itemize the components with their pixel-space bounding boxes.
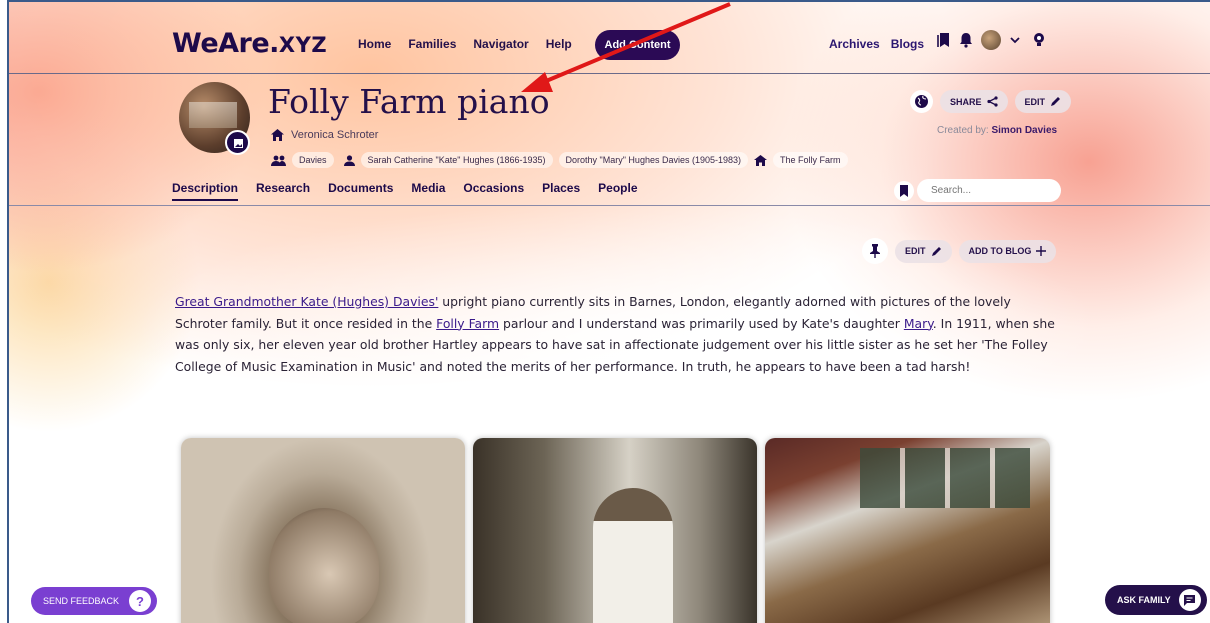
ask-family-button[interactable]: ASK FAMILY <box>1105 585 1207 615</box>
user-avatar[interactable] <box>981 30 1001 50</box>
image-gallery-icon <box>233 138 243 148</box>
visibility-button[interactable] <box>910 90 933 113</box>
logo-main: WeAre. <box>172 28 279 59</box>
tag-family[interactable]: Davies <box>292 152 334 168</box>
feedback-label: SEND FEEDBACK <box>43 596 120 606</box>
share-label: SHARE <box>950 96 982 107</box>
add-content-button[interactable]: Add Content <box>595 30 680 60</box>
creator-name[interactable]: Simon Davies <box>991 125 1057 136</box>
tag-place[interactable]: The Folly Farm <box>773 152 848 168</box>
owner-line: Veronica Schroter <box>271 129 378 141</box>
house-icon <box>754 154 768 166</box>
send-feedback-button[interactable]: SEND FEEDBACK ? <box>31 587 157 615</box>
home-icon <box>271 129 284 141</box>
header-actions: SHARE EDIT <box>910 90 1072 113</box>
pencil-icon <box>931 246 941 256</box>
description-part-2: parlour and I understand was primarily u… <box>499 315 904 331</box>
photo-boy-portrait[interactable] <box>181 438 465 623</box>
search-input[interactable] <box>917 179 1061 202</box>
created-by-prefix: Created by: <box>937 125 989 136</box>
family-group-icon <box>271 155 286 166</box>
tab-bar: Description Research Documents Media Occ… <box>9 179 1210 206</box>
nav-help[interactable]: Help <box>546 37 572 51</box>
person-icon <box>343 154 355 166</box>
share-icon <box>986 96 998 107</box>
edit-header-button[interactable]: EDIT <box>1014 90 1072 113</box>
edit-content-button[interactable]: EDIT <box>895 239 952 263</box>
nav-navigator[interactable]: Navigator <box>473 37 528 51</box>
nav-archives[interactable]: Archives <box>829 37 880 51</box>
plus-icon <box>1036 246 1047 256</box>
tabs: Description Research Documents Media Occ… <box>172 181 638 201</box>
pencil-icon <box>1051 97 1061 106</box>
tab-media[interactable]: Media <box>411 181 445 201</box>
chat-icon <box>1178 589 1201 611</box>
ask-family-label: ASK FAMILY <box>1117 595 1171 605</box>
add-to-blog-label: ADD TO BLOG <box>968 246 1032 256</box>
tab-research[interactable]: Research <box>256 181 310 201</box>
page-frame: WeAre.XYZ Home Families Navigator Help A… <box>7 0 1210 623</box>
nav-home[interactable]: Home <box>358 37 391 51</box>
bookmarks-icon[interactable] <box>937 32 951 48</box>
pin-button[interactable] <box>862 238 888 264</box>
tag-person-mary[interactable]: Dorothy "Mary" Hughes Davies (1905-1983) <box>558 152 749 168</box>
tab-occasions[interactable]: Occasions <box>463 181 524 201</box>
logo[interactable]: WeAre.XYZ <box>172 28 327 59</box>
bell-icon[interactable] <box>959 32 973 48</box>
pin-icon <box>870 244 880 258</box>
photo-piano[interactable] <box>765 438 1050 623</box>
chevron-down-icon[interactable] <box>1009 35 1021 45</box>
tag-person-kate[interactable]: Sarah Catherine "Kate" Hughes (1866-1935… <box>360 152 553 168</box>
secondary-nav: Archives Blogs <box>829 37 924 51</box>
logo-suffix: XYZ <box>278 33 328 57</box>
tab-places[interactable]: Places <box>542 181 580 201</box>
top-navigation: WeAre.XYZ Home Families Navigator Help A… <box>9 2 1210 74</box>
link-folly-farm[interactable]: Folly Farm <box>436 316 499 331</box>
add-to-blog-button[interactable]: ADD TO BLOG <box>958 239 1057 263</box>
question-icon: ? <box>129 590 152 612</box>
tab-documents[interactable]: Documents <box>328 181 393 201</box>
link-mary[interactable]: Mary <box>904 316 933 331</box>
owner-name[interactable]: Veronica Schroter <box>291 129 378 141</box>
created-by: Created by: Simon Davies <box>937 125 1057 136</box>
lightbulb-icon[interactable] <box>1033 32 1045 48</box>
tab-description[interactable]: Description <box>172 181 239 201</box>
edit-content-label: EDIT <box>905 246 926 256</box>
edit-label: EDIT <box>1024 96 1046 107</box>
tab-people[interactable]: People <box>598 181 637 201</box>
bookmark-search-button[interactable] <box>894 181 914 201</box>
description-text: Great Grandmother Kate (Hughes) Davies' … <box>175 291 1065 377</box>
bookmark-icon <box>900 185 908 197</box>
tag-list: Davies Sarah Catherine "Kate" Hughes (18… <box>271 152 848 168</box>
nav-blogs[interactable]: Blogs <box>891 37 924 51</box>
content-actions: EDIT ADD TO BLOG <box>862 238 1057 264</box>
page-title: Folly Farm piano <box>268 82 550 121</box>
change-photo-badge[interactable] <box>225 130 250 155</box>
primary-nav: Home Families Navigator Help <box>358 37 572 51</box>
nav-icons <box>937 30 1045 50</box>
globe-icon <box>915 95 928 108</box>
share-button[interactable]: SHARE <box>940 90 1008 113</box>
link-kate[interactable]: Great Grandmother Kate (Hughes) Davies' <box>175 294 438 309</box>
nav-families[interactable]: Families <box>408 37 456 51</box>
photo-girl-with-dog[interactable] <box>473 438 757 623</box>
